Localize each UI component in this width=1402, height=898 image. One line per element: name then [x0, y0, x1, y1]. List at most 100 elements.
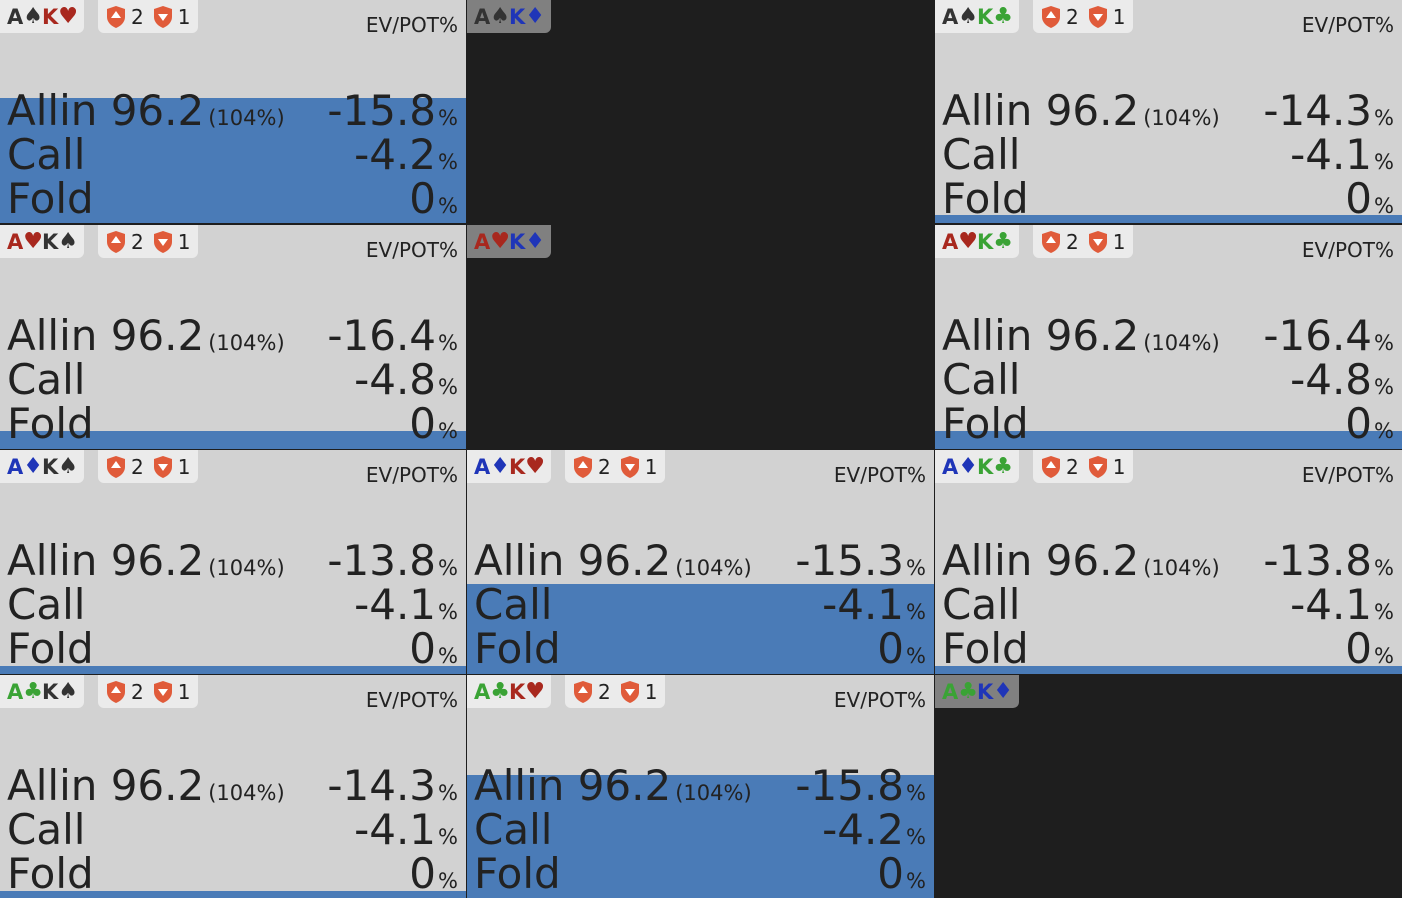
card: A ♠ — [942, 4, 978, 29]
action-name: Allin 96.2 — [7, 761, 205, 810]
action-row[interactable]: Fold 0% — [7, 852, 458, 896]
action-name-group: Call — [474, 808, 552, 852]
action-ev-value: -14.3 — [327, 761, 437, 810]
action-ev-group: 0% — [409, 177, 458, 223]
action-name: Fold — [7, 849, 94, 898]
action-name-group: Call — [942, 358, 1020, 402]
action-row[interactable]: Fold 0% — [474, 627, 926, 671]
action-size-percent: (104%) — [1143, 106, 1220, 130]
hand-cell[interactable]: A ♠ K ♦ — [467, 0, 934, 223]
action-ev-value: -15.8 — [795, 761, 905, 810]
action-ev-value: 0 — [877, 624, 905, 673]
action-row[interactable]: Call -4.1% — [7, 808, 458, 852]
action-row[interactable]: Allin 96.2 (104%) -15.8% — [474, 764, 926, 808]
badge-count: 1 — [1112, 229, 1126, 254]
hand-cell[interactable]: A ♣ K ♠ 2 1 EV/POT% Allin 96.2 (104%) -14.3% Call -… — [0, 675, 466, 898]
action-row[interactable]: Call -4.1% — [7, 583, 458, 627]
action-ev-unit: % — [1374, 194, 1394, 218]
hand-cell[interactable]: A ♦ K ♥ 2 1 EV/POT% Allin 96.2 (104%) -15.3% Call -… — [467, 450, 934, 674]
action-ev-unit: % — [906, 556, 926, 580]
action-ev-unit: % — [906, 781, 926, 805]
action-row[interactable]: Allin 96.2 (104%) -14.3% — [942, 89, 1394, 133]
card-rank: K — [977, 229, 993, 254]
action-row[interactable]: Fold 0% — [7, 627, 458, 671]
action-ev-unit: % — [438, 375, 458, 399]
action-row[interactable]: Fold 0% — [942, 402, 1394, 446]
action-name-group: Fold — [942, 402, 1029, 446]
action-ev-value: -4.1 — [1290, 130, 1373, 179]
action-ev-unit: % — [1374, 644, 1394, 668]
action-row[interactable]: Call -4.1% — [942, 583, 1394, 627]
hand-cell[interactable]: A ♦ K ♠ 2 1 EV/POT% Allin 96.2 (104%) -13.8% Call -… — [0, 450, 466, 674]
action-row[interactable]: Allin 96.2 (104%) -15.8% — [7, 89, 458, 133]
spade-suit-icon: ♠ — [58, 679, 78, 704]
action-row[interactable]: Call -4.2% — [7, 133, 458, 177]
hand-cell[interactable]: A ♥ K ♠ 2 1 EV/POT% Allin 96.2 (104%) -16.4% Call -… — [0, 225, 466, 449]
ev-pot-label: EV/POT% — [1301, 13, 1394, 37]
action-ev-unit: % — [438, 781, 458, 805]
action-name: Allin 96.2 — [7, 86, 205, 135]
hand-label: A ♣ K ♥ — [467, 675, 552, 708]
action-name: Call — [474, 580, 553, 629]
action-row[interactable]: Allin 96.2 (104%) -13.8% — [942, 539, 1394, 583]
blocker-badges: 21 — [98, 225, 199, 258]
card: A ♠ — [7, 4, 43, 29]
card-rank: A — [7, 454, 23, 479]
action-ev-value: 0 — [1345, 174, 1373, 223]
action-name: Call — [942, 130, 1021, 179]
action-row[interactable]: Fold 0% — [7, 402, 458, 446]
action-size-percent: (104%) — [208, 556, 285, 580]
club-suit-icon: ♣ — [23, 679, 43, 704]
action-row[interactable]: Fold 0% — [942, 177, 1394, 221]
action-ev-unit: % — [906, 825, 926, 849]
hand-cell[interactable]: A ♠ K ♥ 2 1 EV/POT% Allin 96.2 (104%) -15.8% Call -… — [0, 0, 466, 223]
action-name: Fold — [942, 399, 1029, 448]
action-row[interactable]: Allin 96.2 (104%) -16.4% — [942, 314, 1394, 358]
action-row[interactable]: Fold 0% — [474, 852, 926, 896]
hand-label: A ♣ K ♦ — [935, 675, 1020, 708]
badge-count: 2 — [598, 454, 611, 479]
action-row[interactable]: Allin 96.2 (104%) -13.8% — [7, 539, 458, 583]
card-rank: A — [7, 679, 23, 704]
action-row[interactable]: Allin 96.2 (104%) -16.4% — [7, 314, 458, 358]
action-row[interactable]: Call -4.8% — [7, 358, 458, 402]
action-row[interactable]: Allin 96.2 (104%) -15.3% — [474, 539, 926, 583]
action-row[interactable]: Allin 96.2 (104%) -14.3% — [7, 764, 458, 808]
hand-label: A ♥ K ♠ — [0, 225, 85, 258]
action-name: Fold — [7, 399, 94, 448]
hand-cell[interactable]: A ♥ K ♦ — [467, 225, 934, 449]
action-row[interactable]: Call -4.2% — [474, 808, 926, 852]
hand-cell[interactable]: A ♣ K ♦ — [935, 675, 1402, 898]
blocker-badges: 21 — [98, 675, 199, 708]
hand-cell[interactable]: A ♠ K ♣ 2 1 EV/POT% Allin 96.2 (104%) -14.3% Call -… — [935, 0, 1402, 223]
action-row[interactable]: Call -4.1% — [942, 133, 1394, 177]
action-ev-value: -4.2 — [822, 805, 905, 854]
up-shield-icon — [107, 230, 125, 253]
hand-cell[interactable]: A ♣ K ♥ 2 1 EV/POT% Allin 96.2 (104%) -15.8% Call -… — [467, 675, 934, 898]
hand-label: A ♠ K ♥ — [0, 0, 85, 33]
card-rank: A — [942, 229, 958, 254]
action-name: Allin 96.2 — [474, 761, 672, 810]
down-shield-icon — [153, 5, 172, 28]
heart-suit-icon: ♥ — [525, 454, 545, 479]
action-row[interactable]: Fold 0% — [942, 627, 1394, 671]
action-ev-unit: % — [1374, 375, 1394, 399]
action-row[interactable]: Call -4.8% — [942, 358, 1394, 402]
up-shield-icon — [1042, 230, 1060, 253]
hand-label: A ♦ K ♣ — [935, 450, 1020, 483]
action-name: Allin 96.2 — [942, 311, 1140, 360]
action-name-group: Call — [7, 583, 85, 627]
action-ev-group: 0% — [409, 852, 458, 898]
card-rank: A — [474, 454, 490, 479]
heart-suit-icon: ♥ — [23, 229, 43, 254]
badge-count: 2 — [131, 679, 144, 704]
action-row[interactable]: Call -4.1% — [474, 583, 926, 627]
action-row[interactable]: Fold 0% — [7, 177, 458, 221]
card-rank: K — [42, 679, 58, 704]
action-name-group: Fold — [474, 627, 561, 671]
hand-cell[interactable]: A ♥ K ♣ 2 1 EV/POT% Allin 96.2 (104%) -16.4% Call -… — [935, 225, 1402, 449]
spade-suit-icon: ♠ — [23, 4, 43, 29]
card-rank: K — [42, 4, 58, 29]
hand-cell[interactable]: A ♦ K ♣ 2 1 EV/POT% Allin 96.2 (104%) -13.8% Call -… — [935, 450, 1402, 674]
card: A ♦ — [7, 454, 43, 479]
